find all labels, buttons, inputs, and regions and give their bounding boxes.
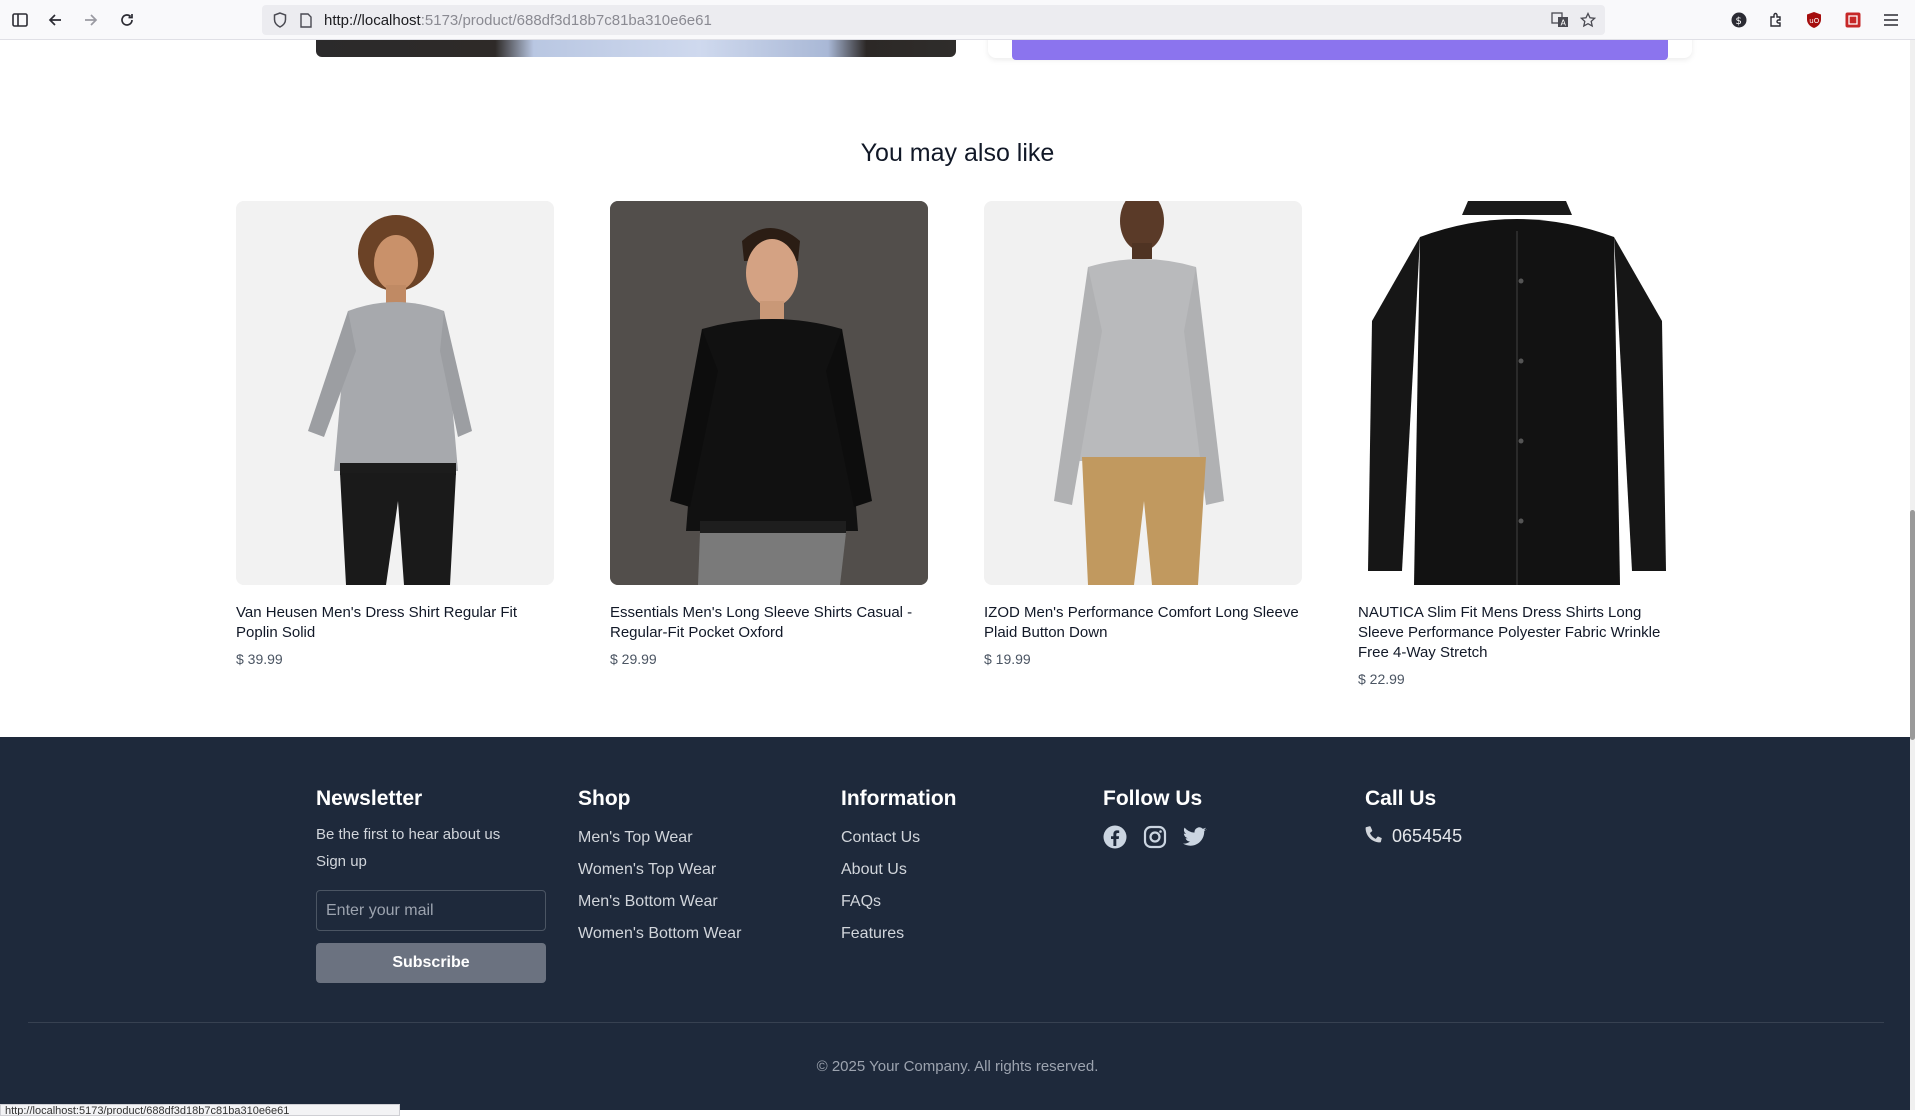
product-card[interactable]: Van Heusen Men's Dress Shirt Regular Fit… — [236, 201, 554, 667]
status-bar-url: http://localhost:5173/product/688df3d18b… — [0, 1104, 400, 1116]
follow-title: Follow Us — [1103, 787, 1203, 810]
back-arrow-icon[interactable] — [43, 8, 67, 32]
newsletter-signup-text: Sign up — [316, 853, 367, 870]
extensions-puzzle-icon[interactable] — [1764, 8, 1788, 32]
footer-link-features[interactable]: Features — [841, 925, 957, 943]
address-bar[interactable]: http://localhost:5173/product/688df3d18b… — [262, 5, 1605, 35]
product-price: $ 39.99 — [236, 651, 283, 667]
product-name[interactable]: NAUTICA Slim Fit Mens Dress Shirts Long … — [1358, 603, 1676, 663]
product-price: $ 22.99 — [1358, 671, 1405, 687]
shop-title: Shop — [578, 787, 631, 810]
footer-link-womens-bottom-wear[interactable]: Women's Bottom Wear — [578, 925, 741, 943]
footer-link-womens-top-wear[interactable]: Women's Top Wear — [578, 861, 741, 879]
section-title: You may also like — [860, 139, 1055, 167]
product-price: $ 19.99 — [984, 651, 1031, 667]
footer-divider — [28, 1022, 1884, 1023]
shield-icon[interactable] — [270, 10, 290, 30]
product-image[interactable] — [1358, 201, 1676, 585]
product-price: $ 29.99 — [610, 651, 657, 667]
subscribe-button[interactable]: Subscribe — [316, 943, 546, 983]
product-image[interactable] — [236, 201, 554, 585]
translate-icon[interactable]: A — [1550, 10, 1570, 30]
svg-text:A: A — [1561, 19, 1567, 28]
product-image[interactable] — [984, 201, 1302, 585]
product-card[interactable]: NAUTICA Slim Fit Mens Dress Shirts Long … — [1358, 201, 1676, 687]
newsletter-title: Newsletter — [316, 787, 423, 810]
product-name[interactable]: Essentials Men's Long Sleeve Shirts Casu… — [610, 603, 928, 643]
svg-text:uO: uO — [1809, 17, 1819, 25]
ublock-shield-icon[interactable]: uO — [1802, 8, 1826, 32]
footer-shop: Shop Men's Top Wear Women's Top Wear Men… — [578, 787, 741, 943]
footer-newsletter: Newsletter Be the first to hear about us… — [316, 787, 500, 870]
reload-icon[interactable] — [115, 8, 139, 32]
footer-link-contact-us[interactable]: Contact Us — [841, 829, 957, 847]
product-image[interactable] — [610, 201, 928, 585]
page-scrollbar[interactable] — [1910, 40, 1915, 1110]
phone-icon — [1365, 825, 1383, 848]
footer-call: Call Us 0654545 — [1365, 787, 1462, 848]
page-content: You may also like Van Heusen Men's Dress… — [0, 40, 1915, 1110]
extension-red-icon[interactable] — [1841, 8, 1865, 32]
facebook-icon[interactable] — [1103, 825, 1127, 854]
svg-text:$: $ — [1736, 16, 1742, 27]
copyright-text: © 2025 Your Company. All rights reserved… — [816, 1058, 1099, 1075]
browser-toolbar: http://localhost:5173/product/688df3d18b… — [0, 0, 1915, 40]
phone-number[interactable]: 0654545 — [1392, 826, 1462, 847]
footer-link-about-us[interactable]: About Us — [841, 861, 957, 879]
footer-link-faqs[interactable]: FAQs — [841, 893, 957, 911]
scrollbar-thumb[interactable] — [1910, 510, 1915, 740]
newsletter-email-input[interactable] — [316, 890, 546, 931]
product-card[interactable]: Essentials Men's Long Sleeve Shirts Casu… — [610, 201, 928, 667]
information-title: Information — [841, 787, 957, 810]
menu-hamburger-icon[interactable] — [1879, 8, 1903, 32]
product-name[interactable]: Van Heusen Men's Dress Shirt Regular Fit… — [236, 603, 554, 643]
newsletter-tagline: Be the first to hear about us — [316, 826, 501, 843]
twitter-icon[interactable] — [1183, 826, 1207, 853]
footer-follow: Follow Us — [1103, 787, 1207, 854]
forward-arrow-icon[interactable] — [79, 8, 103, 32]
instagram-icon[interactable] — [1143, 825, 1167, 854]
add-to-cart-button-partial[interactable] — [1012, 40, 1668, 60]
url-text[interactable]: http://localhost:5173/product/688df3d18b… — [324, 12, 712, 29]
footer-link-mens-top-wear[interactable]: Men's Top Wear — [578, 829, 741, 847]
page-icon — [296, 10, 316, 30]
extension-dollar-icon[interactable]: $ — [1727, 8, 1751, 32]
product-image-partial — [316, 40, 956, 57]
product-name[interactable]: IZOD Men's Performance Comfort Long Slee… — [984, 603, 1302, 643]
call-title: Call Us — [1365, 787, 1437, 810]
product-card[interactable]: IZOD Men's Performance Comfort Long Slee… — [984, 201, 1302, 667]
site-footer — [0, 737, 1915, 1110]
sidebar-toggle-icon[interactable] — [8, 8, 32, 32]
footer-link-mens-bottom-wear[interactable]: Men's Bottom Wear — [578, 893, 741, 911]
footer-information: Information Contact Us About Us FAQs Fea… — [841, 787, 957, 943]
bookmark-star-icon[interactable] — [1578, 10, 1598, 30]
